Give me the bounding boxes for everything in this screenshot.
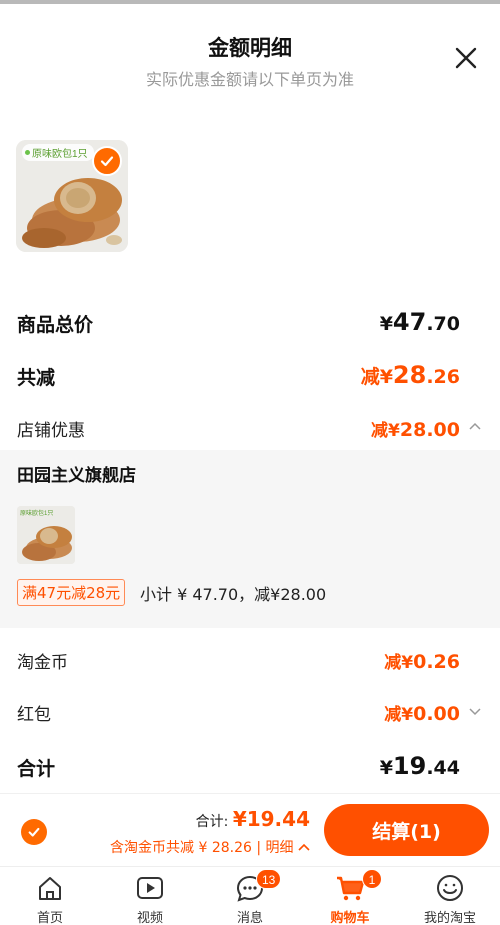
messages-badge: 13 bbox=[256, 869, 282, 889]
bottom-tab-bar: 首页 视频 13 消息 1 购物车 我的淘宝 bbox=[0, 866, 500, 925]
select-all-checkbox[interactable] bbox=[21, 819, 47, 845]
redpacket-row[interactable]: 红包 减¥0.00 bbox=[0, 692, 500, 732]
store-name: 田园主义旗舰店 bbox=[17, 466, 136, 486]
store-discount-label: 店铺优惠 bbox=[17, 421, 85, 441]
savings-detail-link[interactable]: 含淘金币共减 ¥ 28.26 | 明细 bbox=[110, 837, 310, 857]
store-subtotal: 小计 ¥ 47.70，减¥28.00 bbox=[140, 585, 327, 604]
footer-total-label: 合计: bbox=[195, 814, 229, 830]
checkmark-icon bbox=[28, 827, 40, 837]
tab-messages[interactable]: 13 消息 bbox=[200, 869, 300, 925]
promo-badge: 满47元减28元 bbox=[17, 579, 126, 606]
redpacket-label: 红包 bbox=[17, 705, 51, 725]
tab-my-taobao[interactable]: 我的淘宝 bbox=[400, 871, 500, 925]
tab-home[interactable]: 首页 bbox=[0, 871, 100, 925]
product-checkbox[interactable] bbox=[92, 146, 122, 176]
total-price-label: 商品总价 bbox=[17, 314, 94, 336]
video-icon bbox=[137, 877, 163, 899]
sum-value: ¥19.44 bbox=[379, 752, 460, 780]
store-product-thumbnail[interactable]: 原味欧包1只 bbox=[17, 506, 75, 564]
profile-icon bbox=[437, 875, 463, 901]
chevron-down-icon[interactable] bbox=[468, 704, 482, 718]
chevron-up-icon[interactable] bbox=[468, 420, 482, 434]
store-discount-row[interactable]: 店铺优惠 减¥28.00 bbox=[0, 408, 500, 448]
store-product-tag: 原味欧包1只 bbox=[20, 511, 54, 517]
home-icon bbox=[39, 877, 61, 900]
tab-cart[interactable]: 1 购物车 bbox=[300, 869, 400, 925]
store-discount-value: 减¥28.00 bbox=[371, 419, 460, 441]
close-icon[interactable] bbox=[452, 44, 480, 72]
footer-total: 合计: ¥19.44 bbox=[196, 807, 310, 831]
discount-row: 共减 减¥28.26 bbox=[0, 355, 500, 395]
sheet-subtitle: 实际优惠金额请以下单页为准 bbox=[145, 70, 354, 89]
redpacket-value: 减¥0.00 bbox=[384, 703, 460, 725]
checkout-bar: 合计: ¥19.44 含淘金币共减 ¥ 28.26 | 明细 结算(1) bbox=[0, 793, 500, 865]
tab-label: 首页 bbox=[36, 911, 63, 925]
tab-label: 视频 bbox=[136, 911, 163, 925]
sheet-title: 金额明细 bbox=[208, 36, 292, 60]
taojinbi-row: 淘金币 减¥0.26 bbox=[0, 640, 500, 680]
discount-value: 减¥28.26 bbox=[360, 361, 460, 389]
total-price-row: 商品总价 ¥47.70 bbox=[0, 302, 500, 342]
cart-icon bbox=[337, 876, 365, 901]
checkmark-icon bbox=[100, 156, 114, 167]
product-tag: 原味欧包1只 bbox=[22, 144, 94, 161]
total-price-value: ¥47.70 bbox=[379, 308, 460, 336]
discount-label: 共减 bbox=[17, 367, 56, 389]
taojinbi-label: 淘金币 bbox=[17, 653, 68, 673]
sum-row: 合计 ¥19.44 bbox=[0, 746, 500, 786]
chevron-up-icon bbox=[298, 843, 310, 851]
tab-video[interactable]: 视频 bbox=[100, 871, 200, 925]
sum-label: 合计 bbox=[17, 758, 56, 780]
store-detail-panel: 田园主义旗舰店 原味欧包1只 满47元减28元 小计 ¥ 47.70，减¥28.… bbox=[0, 450, 500, 628]
checkout-button[interactable]: 结算(1) bbox=[324, 804, 489, 856]
cart-badge: 1 bbox=[362, 869, 382, 889]
tab-label: 我的淘宝 bbox=[423, 911, 476, 925]
taojinbi-value: 减¥0.26 bbox=[384, 651, 460, 673]
tab-label: 购物车 bbox=[330, 911, 370, 925]
tab-label: 消息 bbox=[236, 911, 263, 925]
footer-total-amount: ¥19.44 bbox=[232, 807, 310, 831]
